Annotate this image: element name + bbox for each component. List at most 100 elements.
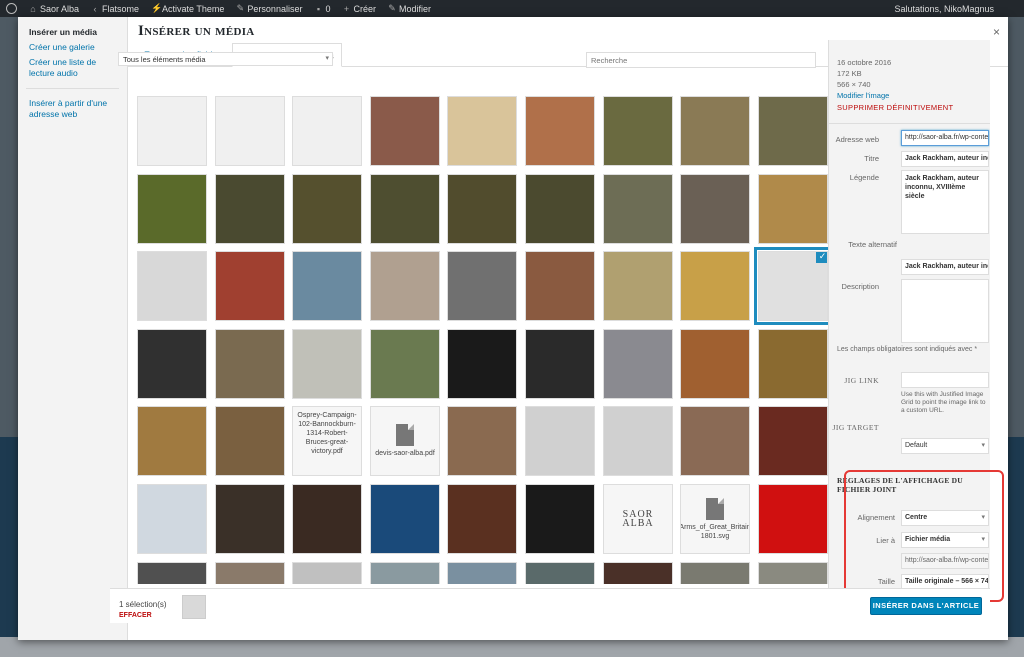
attachment-thumbnail[interactable] xyxy=(680,329,750,399)
attachment-thumbnail[interactable] xyxy=(292,251,362,321)
attachment-thumbnail[interactable] xyxy=(603,329,673,399)
attachment-thumbnail[interactable] xyxy=(603,562,673,584)
attachment-filename: Osprey-Campaign-102-Bannockburn-1314-Rob… xyxy=(297,412,357,455)
selected-thumbnail[interactable] xyxy=(182,595,206,619)
attachment-thumbnail[interactable]: Royal_Arms_of_Great_Britain_1714-1801.sv… xyxy=(680,484,750,554)
attachment-thumbnail[interactable] xyxy=(137,174,207,244)
attachment-thumbnail[interactable] xyxy=(292,484,362,554)
description-field[interactable] xyxy=(901,279,989,343)
attachment-thumbnail[interactable] xyxy=(603,96,673,166)
attachment-thumbnail[interactable] xyxy=(215,406,285,476)
attachment-thumbnail[interactable] xyxy=(370,96,440,166)
theme-menu[interactable]: ‹ Flatsome xyxy=(85,4,145,14)
attachment-thumbnail[interactable] xyxy=(525,484,595,554)
attachment-thumbnail[interactable] xyxy=(680,96,750,166)
attachment-thumbnail[interactable] xyxy=(525,96,595,166)
attachment-thumbnail[interactable] xyxy=(370,251,440,321)
attachment-thumbnail[interactable] xyxy=(447,406,517,476)
attachment-filename: Royal_Arms_of_Great_Britain_1714-1801.sv… xyxy=(681,523,749,540)
media-filter-select[interactable]: Tous les éléments média ▾ xyxy=(118,52,333,66)
attachment-filename: SAOR ALBA xyxy=(622,509,654,529)
title-field[interactable]: Jack Rackham, auteur inconnu xyxy=(901,151,989,167)
attachment-thumbnail[interactable] xyxy=(292,174,362,244)
attachment-thumbnail[interactable] xyxy=(292,96,362,166)
attachment-thumbnail[interactable]: devis-saor-alba.pdf xyxy=(370,406,440,476)
attachment-thumbnail[interactable] xyxy=(447,484,517,554)
attachment-thumbnail[interactable] xyxy=(137,484,207,554)
menu-create-gallery[interactable]: Créer une galerie xyxy=(18,40,127,55)
attachment-thumbnail[interactable] xyxy=(370,329,440,399)
close-icon[interactable]: × xyxy=(993,25,1000,39)
jig-link-field[interactable] xyxy=(901,372,989,388)
attachment-thumbnail[interactable] xyxy=(758,329,828,399)
attachment-filename: devis-saor-alba.pdf xyxy=(375,450,435,457)
attachment-thumbnail[interactable] xyxy=(525,329,595,399)
attachment-thumbnail[interactable] xyxy=(680,251,750,321)
comments-menu[interactable]: ▪ 0 xyxy=(308,4,336,14)
attachment-thumbnail[interactable] xyxy=(680,406,750,476)
attachment-thumbnail[interactable] xyxy=(525,174,595,244)
attachment-thumbnail[interactable] xyxy=(370,484,440,554)
attachment-thumbnail[interactable] xyxy=(680,562,750,584)
attachment-thumbnail[interactable]: Osprey-Campaign-102-Bannockburn-1314-Rob… xyxy=(292,406,362,476)
attachment-thumbnail[interactable] xyxy=(758,174,828,244)
delete-permanently-link[interactable]: SUPPRIMER DÉFINITIVEMENT xyxy=(837,103,953,112)
modal-title: Insérer un média xyxy=(138,23,255,39)
wordpress-icon xyxy=(6,3,17,14)
edit-menu[interactable]: ✎ Modifier xyxy=(382,3,437,14)
attachment-thumbnail[interactable] xyxy=(215,484,285,554)
wordpress-logo-menu[interactable] xyxy=(0,3,23,14)
attachment-thumbnail[interactable] xyxy=(525,406,595,476)
bolt-icon: ⚡ xyxy=(151,3,163,13)
check-icon[interactable]: ✓ xyxy=(816,252,827,263)
attachment-thumbnail[interactable] xyxy=(137,96,207,166)
attachment-thumbnail[interactable] xyxy=(292,329,362,399)
attachment-thumbnail[interactable] xyxy=(603,174,673,244)
attachment-thumbnail[interactable] xyxy=(447,251,517,321)
attachment-thumbnail[interactable] xyxy=(525,562,595,584)
attachment-thumbnail[interactable] xyxy=(215,562,285,584)
attachment-thumbnail[interactable] xyxy=(370,174,440,244)
attachment-thumbnail[interactable] xyxy=(447,174,517,244)
chevron-down-icon: ▾ xyxy=(325,55,329,62)
attachment-thumbnail[interactable] xyxy=(758,484,828,554)
menu-insert-media[interactable]: Insérer un média xyxy=(18,25,127,40)
attachment-thumbnail[interactable] xyxy=(447,96,517,166)
attachment-thumbnail[interactable] xyxy=(447,562,517,584)
activate-theme-menu[interactable]: ⚡ Activate Theme xyxy=(145,3,230,14)
attachment-thumbnail[interactable] xyxy=(215,96,285,166)
attachment-thumbnail[interactable] xyxy=(215,174,285,244)
caption-field[interactable]: Jack Rackham, auteur inconnu, XVIIIème s… xyxy=(901,170,989,234)
attachment-thumbnail[interactable] xyxy=(292,562,362,584)
site-name-menu[interactable]: ⌂ Saor Alba xyxy=(23,4,85,14)
url-field[interactable]: http://saor-alba.fr/wp-content/uploads/2… xyxy=(901,130,989,146)
document-icon xyxy=(706,497,724,520)
attachment-thumbnail[interactable] xyxy=(603,406,673,476)
attachment-thumbnail[interactable] xyxy=(525,251,595,321)
new-content-menu[interactable]: + Créer xyxy=(336,4,382,14)
attachment-thumbnail[interactable] xyxy=(137,406,207,476)
search-input[interactable] xyxy=(586,52,816,68)
attachment-thumbnail[interactable] xyxy=(603,251,673,321)
attachment-thumbnail[interactable] xyxy=(137,329,207,399)
attachment-thumbnail[interactable] xyxy=(215,251,285,321)
account-menu[interactable]: Salutations, NikoMagnus xyxy=(888,4,1024,14)
attachment-thumbnail[interactable] xyxy=(758,406,828,476)
attachment-thumbnail[interactable] xyxy=(215,329,285,399)
attachment-thumbnail[interactable] xyxy=(137,562,207,584)
pencil-icon: ✎ xyxy=(388,3,396,13)
clear-selection-button[interactable]: EFFACER xyxy=(119,612,152,619)
attachment-thumbnail[interactable] xyxy=(758,96,828,166)
jig-target-select[interactable]: Default xyxy=(901,438,989,454)
attachment-thumbnail[interactable]: ✓ xyxy=(754,247,828,325)
insert-into-post-button[interactable]: INSÉRER DANS L'ARTICLE xyxy=(870,597,982,615)
attachment-thumbnail[interactable] xyxy=(137,251,207,321)
attachment-thumbnail[interactable] xyxy=(370,562,440,584)
alt-text-field[interactable]: Jack Rackham, auteur inconnu xyxy=(901,259,989,275)
edit-image-link[interactable]: Modifier l'image xyxy=(837,91,889,100)
attachment-thumbnail[interactable] xyxy=(680,174,750,244)
attachment-thumbnail[interactable] xyxy=(758,562,828,584)
attachment-thumbnail[interactable] xyxy=(447,329,517,399)
customize-menu[interactable]: ✎ Personnaliser xyxy=(230,3,308,14)
attachment-thumbnail[interactable]: SAOR ALBA xyxy=(603,484,673,554)
